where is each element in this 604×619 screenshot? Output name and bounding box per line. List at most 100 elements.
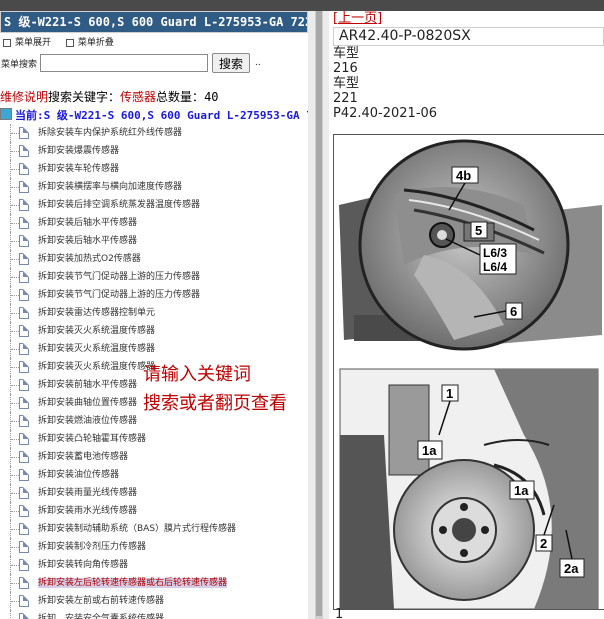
collapse-icon bbox=[65, 38, 74, 47]
tree-item[interactable]: 拆除安装车内保护系统红外线传感器 bbox=[0, 124, 308, 142]
keyword-label: 搜索关键字： bbox=[48, 90, 121, 104]
tree-item[interactable]: 拆卸安装节气门促动器上游的压力传感器 bbox=[0, 286, 308, 304]
document-icon bbox=[19, 361, 29, 373]
tree-item-label: 拆卸安装灭火系统温度传感器 bbox=[38, 326, 156, 336]
callout-1a-left: 1a bbox=[422, 443, 437, 458]
tree-item-label: 拆卸安装燃油液位传感器 bbox=[38, 416, 138, 426]
tree-item[interactable]: 拆卸安装后轴水平传感器 bbox=[0, 232, 308, 250]
tree-item[interactable]: 拆卸安装制冷剂压力传感器 bbox=[0, 538, 308, 556]
tree-item-label: 拆卸安装左后轮转速传感器或右后轮转速传感器 bbox=[38, 578, 228, 588]
result-tree: 拆除安装车内保护系统红外线传感器拆卸安装爆震传感器 拆卸安装车轮传感器拆卸安装横摆… bbox=[0, 124, 308, 619]
tree-item-label: 拆卸安装雨水光线传感器 bbox=[38, 506, 138, 516]
search-more[interactable]: .. bbox=[255, 58, 261, 68]
document-icon bbox=[19, 397, 29, 409]
document-reference: P42.40-2021-06 bbox=[333, 106, 438, 121]
tree-item[interactable]: 拆卸安装雨量光线传感器 bbox=[0, 484, 308, 502]
callout-6: 6 bbox=[510, 304, 517, 319]
tree-item[interactable]: 拆卸安装灭火系统温度传感器 bbox=[0, 340, 308, 358]
document-icon bbox=[19, 217, 29, 229]
document-icon bbox=[19, 595, 29, 607]
count-label: 总数量： bbox=[156, 90, 205, 104]
document-icon bbox=[19, 379, 29, 391]
menu-expand-button[interactable]: 菜单展开 bbox=[3, 38, 51, 48]
document-icon bbox=[19, 505, 29, 517]
tree-item-label: 拆卸安装车轮传感器 bbox=[38, 164, 120, 174]
tree-item-label: 拆卸安装雨量光线传感器 bbox=[38, 488, 138, 498]
document-icon bbox=[19, 253, 29, 265]
document-icon bbox=[19, 433, 29, 445]
tree-item[interactable]: 拆卸安装左后轮转速传感器或右后轮转速传感器 bbox=[0, 574, 308, 592]
tree-item[interactable]: 拆卸安装车轮传感器 bbox=[0, 160, 308, 178]
tree-item[interactable]: 拆卸安装加热式O2传感器 bbox=[0, 250, 308, 268]
keyword-summary: 维修说明搜索关键字：传感器总数量：40 bbox=[0, 88, 308, 105]
document-pane: [上一页] AR42.40-P-0820SX 车型 216 车型 221 P42… bbox=[333, 11, 604, 619]
tree-item[interactable]: 拆卸安装制动辅助系统（BAS）膜片式行程传感器 bbox=[0, 520, 308, 538]
tree-item[interactable]: 拆卸安装横摆率与横向加速度传感器 bbox=[0, 178, 308, 196]
tree-item[interactable]: 拆卸安装转向角传感器 bbox=[0, 556, 308, 574]
callout-4b: 4b bbox=[456, 168, 471, 183]
document-icon bbox=[19, 307, 29, 319]
document-icon bbox=[19, 343, 29, 355]
callout-L6-4: L6/4 bbox=[483, 260, 507, 274]
tree-item[interactable]: 拆卸安装雷达传感器控制单元 bbox=[0, 304, 308, 322]
tree-item[interactable]: 拆卸安装油位传感器 bbox=[0, 466, 308, 484]
search-button[interactable]: 搜索 bbox=[212, 53, 251, 73]
document-icon bbox=[19, 271, 29, 283]
vehicle-title-bar: S 级-W221-S 600,S 600 Guard L-275953-GA 7… bbox=[0, 11, 308, 33]
current-node-label: 当前:S 级-W221-S 600,S 600 Guard L-275953-G… bbox=[15, 109, 308, 122]
tree-item[interactable]: 拆卸安装节气门促动器上游的压力传感器 bbox=[0, 268, 308, 286]
page-number: 1 bbox=[335, 607, 344, 619]
tree-item[interactable]: 拆卸安装雨水光线传感器 bbox=[0, 502, 308, 520]
model-label-2: 车型 bbox=[333, 76, 360, 91]
tree-item[interactable]: 拆卸安装凸轮轴霍耳传感器 bbox=[0, 430, 308, 448]
document-icon bbox=[19, 127, 29, 139]
document-icon bbox=[19, 415, 29, 427]
tree-item[interactable]: 拆卸安装灭火系统温度传感器 bbox=[0, 322, 308, 340]
tree-item[interactable]: 拆卸安装后轴水平传感器 bbox=[0, 214, 308, 232]
top-strip bbox=[0, 0, 604, 11]
tree-item[interactable]: 拆卸安装灭火系统温度传感器 bbox=[0, 358, 308, 376]
document-code: AR42.40-P-0820SX bbox=[333, 27, 604, 46]
tree-item-label: 拆卸安装制冷剂压力传感器 bbox=[38, 542, 147, 552]
tree-item-label: 拆卸安装后轴水平传感器 bbox=[38, 236, 138, 246]
tree-item-label: 拆卸安装后轴水平传感器 bbox=[38, 218, 138, 228]
scrollbar-thumb[interactable] bbox=[316, 11, 322, 616]
tree-item[interactable]: 拆卸安装燃油液位传感器 bbox=[0, 412, 308, 430]
repair-manual-link[interactable]: 维修说明 bbox=[0, 90, 48, 104]
tree-item-label: 拆卸安装横摆率与横向加速度传感器 bbox=[38, 182, 183, 192]
tree-item-label: 拆卸安装曲轴位置传感器 bbox=[38, 398, 138, 408]
document-icon bbox=[19, 289, 29, 301]
search-row: 菜单搜索 搜索 .. bbox=[0, 50, 308, 76]
document-icon bbox=[19, 199, 29, 211]
menu-collapse-button[interactable]: 菜单折叠 bbox=[65, 38, 114, 48]
previous-page-link[interactable]: [上一页] bbox=[333, 11, 604, 27]
document-icon bbox=[19, 451, 29, 463]
document-icon bbox=[19, 235, 29, 247]
tree-item-label: 拆卸安装节气门促动器上游的压力传感器 bbox=[38, 290, 201, 300]
document-icon bbox=[19, 325, 29, 337]
tree-item[interactable]: 拆卸安装前轴水平传感器 bbox=[0, 376, 308, 394]
tree-item[interactable]: 拆卸、安装安全气囊系统传感器 bbox=[0, 610, 308, 619]
tree-item-label: 拆卸安装灭火系统温度传感器 bbox=[38, 362, 156, 372]
model-value-2: 221 bbox=[333, 91, 358, 106]
tree-item[interactable]: 拆卸安装爆震传感器 bbox=[0, 142, 308, 160]
tree-item[interactable]: 拆卸安装后排空调系统蒸发器温度传感器 bbox=[0, 196, 308, 214]
keyword-term: 传感器 bbox=[120, 90, 157, 104]
document-icon bbox=[19, 523, 29, 535]
document-icon bbox=[19, 145, 29, 157]
tree-item[interactable]: 拆卸安装蓄电池传感器 bbox=[0, 448, 308, 466]
callout-5: 5 bbox=[475, 223, 482, 238]
expand-icon bbox=[3, 38, 11, 47]
document-icon bbox=[19, 577, 29, 589]
tree-item[interactable]: 拆卸安装曲轴位置传感器 bbox=[0, 394, 308, 412]
tree-item-label: 拆卸安装转向角传感器 bbox=[38, 560, 129, 570]
current-node[interactable]: 当前:S 级-W221-S 600,S 600 Guard L-275953-G… bbox=[0, 108, 308, 124]
tree-item-label: 拆卸安装爆震传感器 bbox=[38, 146, 120, 156]
document-icon bbox=[19, 559, 29, 571]
tree-item-label: 拆卸安装加热式O2传感器 bbox=[38, 254, 141, 264]
tree-item[interactable]: 拆卸安装左前或右前转速传感器 bbox=[0, 592, 308, 610]
tree-item-label: 拆卸安装雷达传感器控制单元 bbox=[38, 308, 156, 318]
vertical-scrollbar[interactable] bbox=[308, 11, 329, 619]
search-input[interactable] bbox=[40, 54, 209, 72]
document-icon bbox=[19, 613, 29, 619]
